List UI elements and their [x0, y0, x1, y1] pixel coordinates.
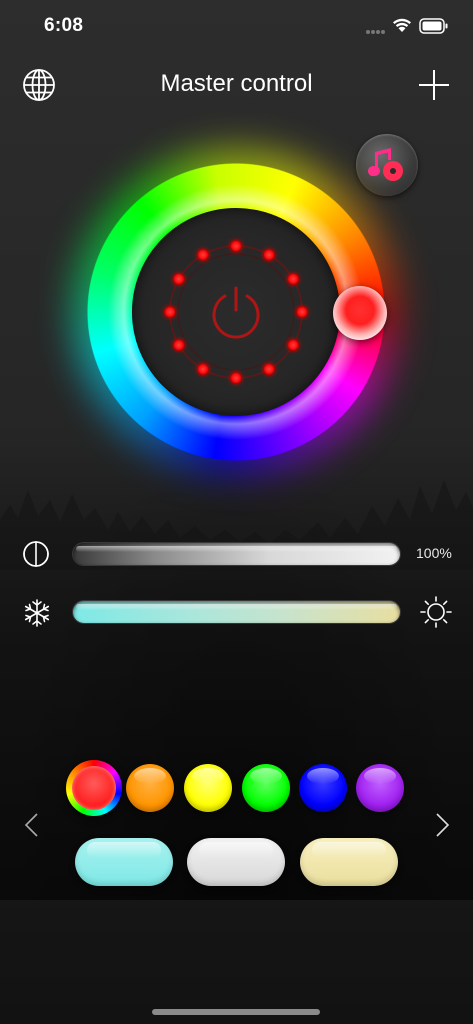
color-preset-purple[interactable]	[356, 764, 404, 812]
white-preset-neutral[interactable]	[187, 838, 285, 886]
color-wheel[interactable]	[72, 148, 400, 476]
color-preset-red[interactable]	[66, 760, 122, 816]
color-preset-green[interactable]	[242, 764, 290, 812]
wifi-icon	[393, 18, 411, 32]
selected-color-core	[72, 766, 116, 810]
page-title: Master control	[160, 70, 313, 97]
chevron-left-icon[interactable]	[22, 812, 42, 838]
brightness-value: 100%	[416, 545, 452, 561]
battery-icon	[419, 18, 448, 34]
status-bar: 6:08	[0, 0, 473, 52]
background-forest	[0, 440, 473, 900]
led-dots	[164, 240, 308, 384]
color-preset-orange[interactable]	[126, 764, 174, 812]
snowflake-icon	[24, 599, 50, 627]
color-preset-blue[interactable]	[299, 764, 347, 812]
home-indicator	[152, 1009, 320, 1015]
signal-icon	[366, 30, 385, 34]
color-wheel-handle[interactable]	[333, 286, 387, 340]
chevron-right-icon[interactable]	[432, 812, 452, 838]
plus-icon[interactable]	[417, 68, 451, 102]
power-button[interactable]	[132, 208, 340, 416]
color-temperature-slider[interactable]	[73, 601, 400, 623]
power-icon	[212, 286, 260, 339]
white-preset-cool[interactable]	[75, 838, 173, 886]
color-presets	[66, 760, 408, 818]
white-preset-warm[interactable]	[300, 838, 398, 886]
color-preset-yellow[interactable]	[184, 764, 232, 812]
brightness-slider[interactable]	[73, 543, 400, 565]
contrast-icon	[23, 541, 49, 567]
sun-icon	[420, 596, 452, 628]
status-time: 6:08	[44, 15, 84, 36]
